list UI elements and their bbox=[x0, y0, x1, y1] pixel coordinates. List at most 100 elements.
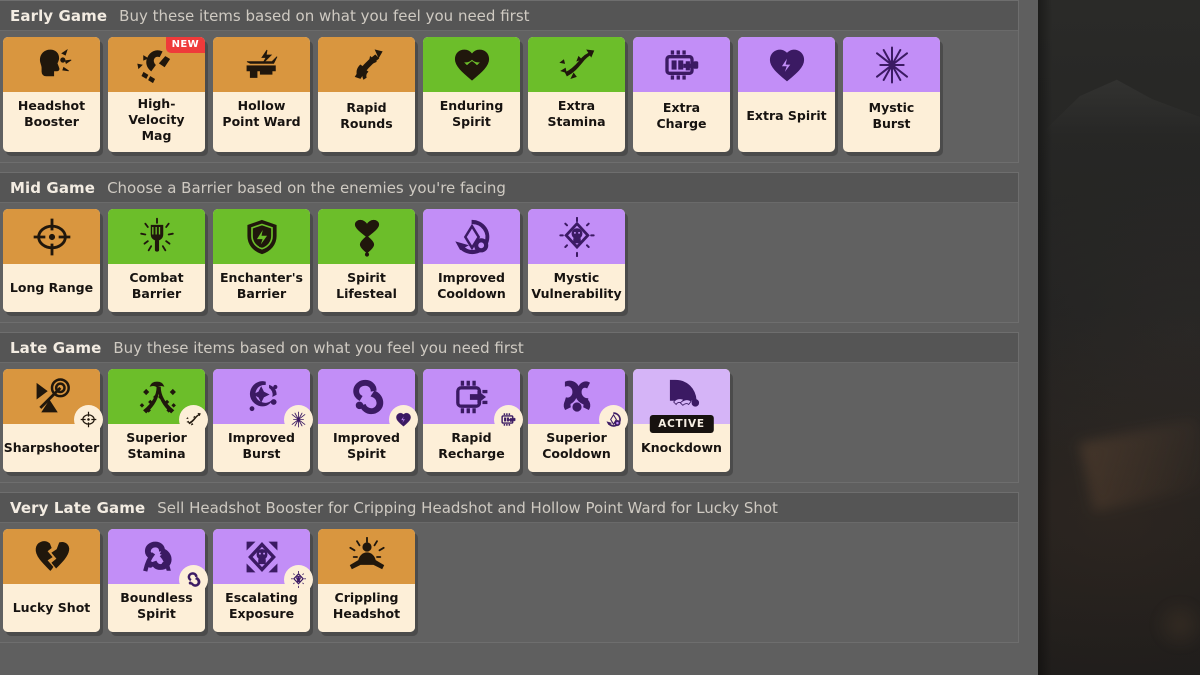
mystic-vulnerability-icon bbox=[557, 217, 597, 257]
item-icon-area: ACTIVE bbox=[633, 369, 730, 433]
item-name: Enduring Spirit bbox=[423, 92, 520, 140]
item-card[interactable]: Improved Cooldown bbox=[423, 209, 520, 312]
panel-edge-shadow bbox=[1038, 0, 1052, 675]
component-item-badge[interactable] bbox=[494, 405, 523, 434]
section-subtitle: Buy these items based on what you feel y… bbox=[113, 338, 524, 357]
improved-cooldown-icon bbox=[452, 217, 492, 257]
item-card[interactable]: Extra Charge bbox=[633, 37, 730, 152]
superior-cooldown-icon bbox=[557, 377, 597, 417]
item-card[interactable]: Long Range bbox=[3, 209, 100, 312]
item-name: Rapid Rounds bbox=[318, 92, 415, 140]
item-card[interactable]: Extra Spirit bbox=[738, 37, 835, 152]
extra-spirit-icon bbox=[767, 45, 807, 85]
component-item-badge[interactable] bbox=[179, 405, 208, 434]
improved-spirit-icon bbox=[347, 377, 387, 417]
item-card[interactable]: Sharpshooter bbox=[3, 369, 103, 472]
extra-charge-icon bbox=[500, 411, 517, 428]
item-card[interactable]: Superior Cooldown bbox=[528, 369, 628, 472]
item-icon-area bbox=[108, 529, 208, 594]
item-card-row: Headshot Booster NEW High-Velocity Mag Holl… bbox=[0, 31, 1018, 162]
component-item-badge[interactable] bbox=[389, 405, 418, 434]
improved-burst-icon bbox=[242, 377, 282, 417]
item-card[interactable]: Spirit Lifesteal bbox=[318, 209, 415, 312]
item-name: Crippling Headshot bbox=[318, 584, 415, 632]
item-name: Spirit Lifesteal bbox=[318, 264, 415, 312]
component-item-badge[interactable] bbox=[284, 565, 313, 594]
item-card[interactable]: NEW High-Velocity Mag bbox=[108, 37, 205, 152]
section-title: Early Game bbox=[10, 6, 108, 25]
item-card[interactable]: Crippling Headshot bbox=[318, 529, 415, 632]
item-card-row: Long Range Combat Barrier Enchanter's Barr… bbox=[0, 203, 1018, 322]
item-card[interactable]: Enchanter's Barrier bbox=[213, 209, 310, 312]
item-card[interactable]: Combat Barrier bbox=[108, 209, 205, 312]
item-icon-area bbox=[318, 209, 415, 264]
item-name: Headshot Booster bbox=[3, 92, 100, 140]
section-header: Late Game Buy these items based on what y… bbox=[0, 333, 1018, 363]
combat-barrier-icon bbox=[137, 217, 177, 257]
component-item-badge[interactable] bbox=[179, 565, 208, 594]
backdrop-glow-2 bbox=[1150, 600, 1200, 650]
section-header: Mid Game Choose a Barrier based on the en… bbox=[0, 173, 1018, 203]
item-icon-area bbox=[318, 529, 415, 584]
enchanters-barrier-icon bbox=[242, 217, 282, 257]
item-name: Extra Spirit bbox=[738, 92, 835, 140]
item-card[interactable]: Escalating Exposure bbox=[213, 529, 313, 632]
component-item-badge[interactable] bbox=[284, 405, 313, 434]
item-card[interactable]: Headshot Booster bbox=[3, 37, 100, 152]
component-item-badge[interactable] bbox=[74, 405, 103, 434]
section-title: Late Game bbox=[10, 338, 102, 357]
item-name: Extra Stamina bbox=[528, 92, 625, 140]
backdrop-ridge bbox=[1040, 79, 1200, 135]
item-card[interactable]: Superior Stamina bbox=[108, 369, 208, 472]
item-card[interactable]: Rapid Recharge bbox=[423, 369, 523, 472]
item-card[interactable]: Improved Spirit bbox=[318, 369, 418, 472]
item-icon-area bbox=[528, 37, 625, 92]
build-section: Late Game Buy these items based on what y… bbox=[0, 332, 1019, 483]
active-badge: ACTIVE bbox=[649, 415, 714, 433]
mystic-vulnerability-icon bbox=[290, 571, 307, 588]
item-name: Mystic Vulnerability bbox=[528, 264, 625, 312]
item-card[interactable]: Boundless Spirit bbox=[108, 529, 208, 632]
item-name: Long Range bbox=[3, 264, 100, 312]
item-icon-area bbox=[108, 209, 205, 264]
item-icon-area bbox=[633, 37, 730, 92]
item-icon-area bbox=[3, 209, 100, 264]
component-item-badge[interactable] bbox=[599, 405, 628, 434]
item-icon-area bbox=[3, 37, 100, 92]
improved-cooldown-icon bbox=[605, 411, 622, 428]
item-card[interactable]: ACTIVE Knockdown bbox=[633, 369, 730, 472]
section-header: Very Late Game Sell Headshot Booster for … bbox=[0, 493, 1018, 523]
extra-charge-icon bbox=[662, 45, 702, 85]
item-card[interactable]: Enduring Spirit bbox=[423, 37, 520, 152]
build-section: Very Late Game Sell Headshot Booster for … bbox=[0, 492, 1019, 643]
item-icon-area bbox=[738, 37, 835, 92]
improved-spirit-icon bbox=[185, 571, 202, 588]
rapid-recharge-icon bbox=[452, 377, 492, 417]
item-card[interactable]: Improved Burst bbox=[213, 369, 313, 472]
item-icon-area bbox=[423, 37, 520, 92]
item-icon-area bbox=[213, 209, 310, 264]
long-range-icon bbox=[80, 411, 97, 428]
item-card[interactable]: Lucky Shot bbox=[3, 529, 100, 632]
item-name: Extra Charge bbox=[633, 92, 730, 140]
mystic-burst-icon bbox=[290, 411, 307, 428]
item-icon-area bbox=[213, 529, 313, 594]
item-card[interactable]: Extra Stamina bbox=[528, 37, 625, 152]
item-icon-area bbox=[528, 209, 625, 264]
item-card[interactable]: Hollow Point Ward bbox=[213, 37, 310, 152]
item-name: Improved Cooldown bbox=[423, 264, 520, 312]
backdrop-glow-1 bbox=[1079, 418, 1200, 512]
lucky-shot-icon bbox=[32, 537, 72, 577]
build-section: Mid Game Choose a Barrier based on the en… bbox=[0, 172, 1019, 323]
mystic-burst-icon bbox=[872, 45, 912, 85]
item-icon-area bbox=[318, 369, 418, 434]
item-card[interactable]: Mystic Vulnerability bbox=[528, 209, 625, 312]
item-name: Combat Barrier bbox=[108, 264, 205, 312]
item-card[interactable]: Mystic Burst bbox=[843, 37, 940, 152]
hollow-point-ward-icon bbox=[242, 45, 282, 85]
crippling-headshot-icon bbox=[347, 537, 387, 577]
item-icon-area bbox=[843, 37, 940, 92]
section-header: Early Game Buy these items based on what … bbox=[0, 1, 1018, 31]
item-card-row: Sharpshooter Superior Stamina Improved Bur… bbox=[0, 363, 1018, 482]
item-card[interactable]: Rapid Rounds bbox=[318, 37, 415, 152]
